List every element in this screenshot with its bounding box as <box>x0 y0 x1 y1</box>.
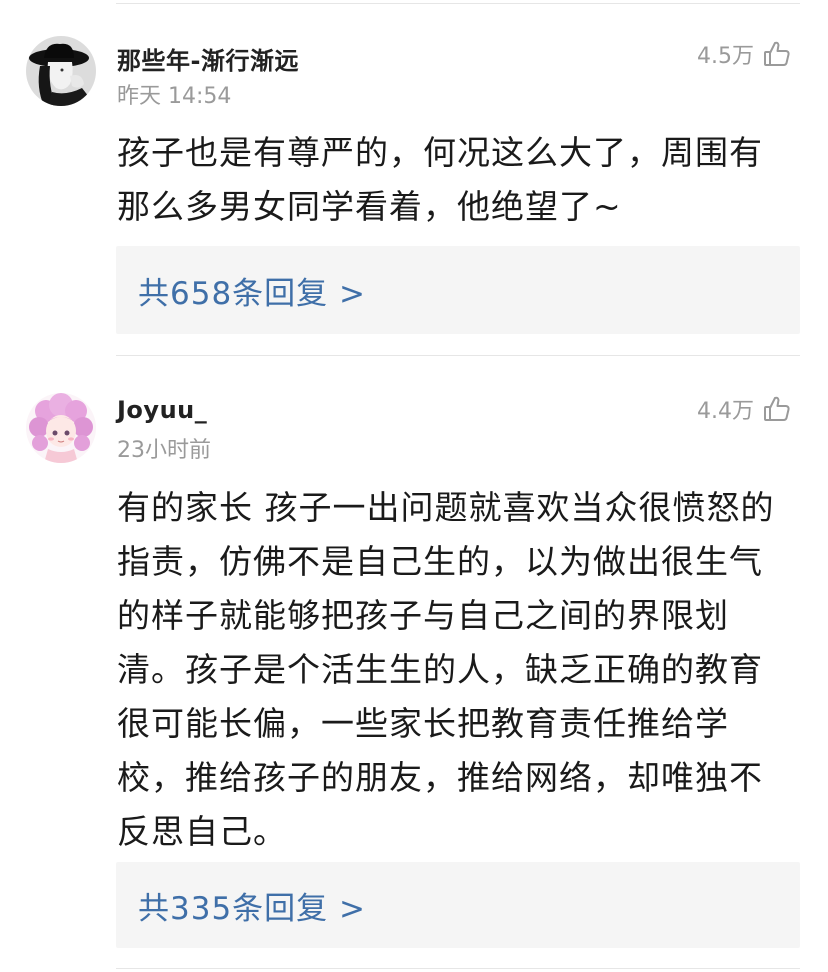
like-count: 4.5万 <box>697 44 754 69</box>
username[interactable]: 那些年-渐行渐远 <box>117 41 299 76</box>
thumbs-up-icon[interactable] <box>762 39 792 69</box>
comment-text: 有的家长 孩子一出问题就喜欢当众很愤怒的指责，仿佛不是自己生的，以为做出很生气的… <box>117 488 775 851</box>
view-replies-button[interactable]: 共335条回复 > <box>116 862 800 948</box>
comment-time: 23小时前 <box>117 438 211 463</box>
bottom-divider <box>116 968 800 969</box>
top-divider <box>116 3 800 4</box>
view-replies-button[interactable]: 共658条回复 > <box>116 246 800 334</box>
replies-label: 共658条回复 > <box>138 275 366 312</box>
comment-text: 孩子也是有尊严的，何况这么大了，周围有那么多男女同学看着，他绝望了~ <box>117 133 763 226</box>
like-control[interactable]: 4.5万 <box>697 38 792 70</box>
comment-divider <box>116 355 800 356</box>
thumbs-up-icon[interactable] <box>762 394 792 424</box>
username[interactable]: Joyuu_ <box>117 396 207 424</box>
black-hat-portrait-avatar-icon <box>26 36 96 106</box>
like-count: 4.4万 <box>697 399 754 424</box>
avatar[interactable] <box>26 393 96 463</box>
pink-hair-girl-avatar-icon <box>26 393 96 463</box>
comment-time: 昨天 14:54 <box>117 84 232 109</box>
avatar[interactable] <box>26 36 96 106</box>
like-control[interactable]: 4.4万 <box>697 393 792 425</box>
replies-label: 共335条回复 > <box>138 890 366 927</box>
